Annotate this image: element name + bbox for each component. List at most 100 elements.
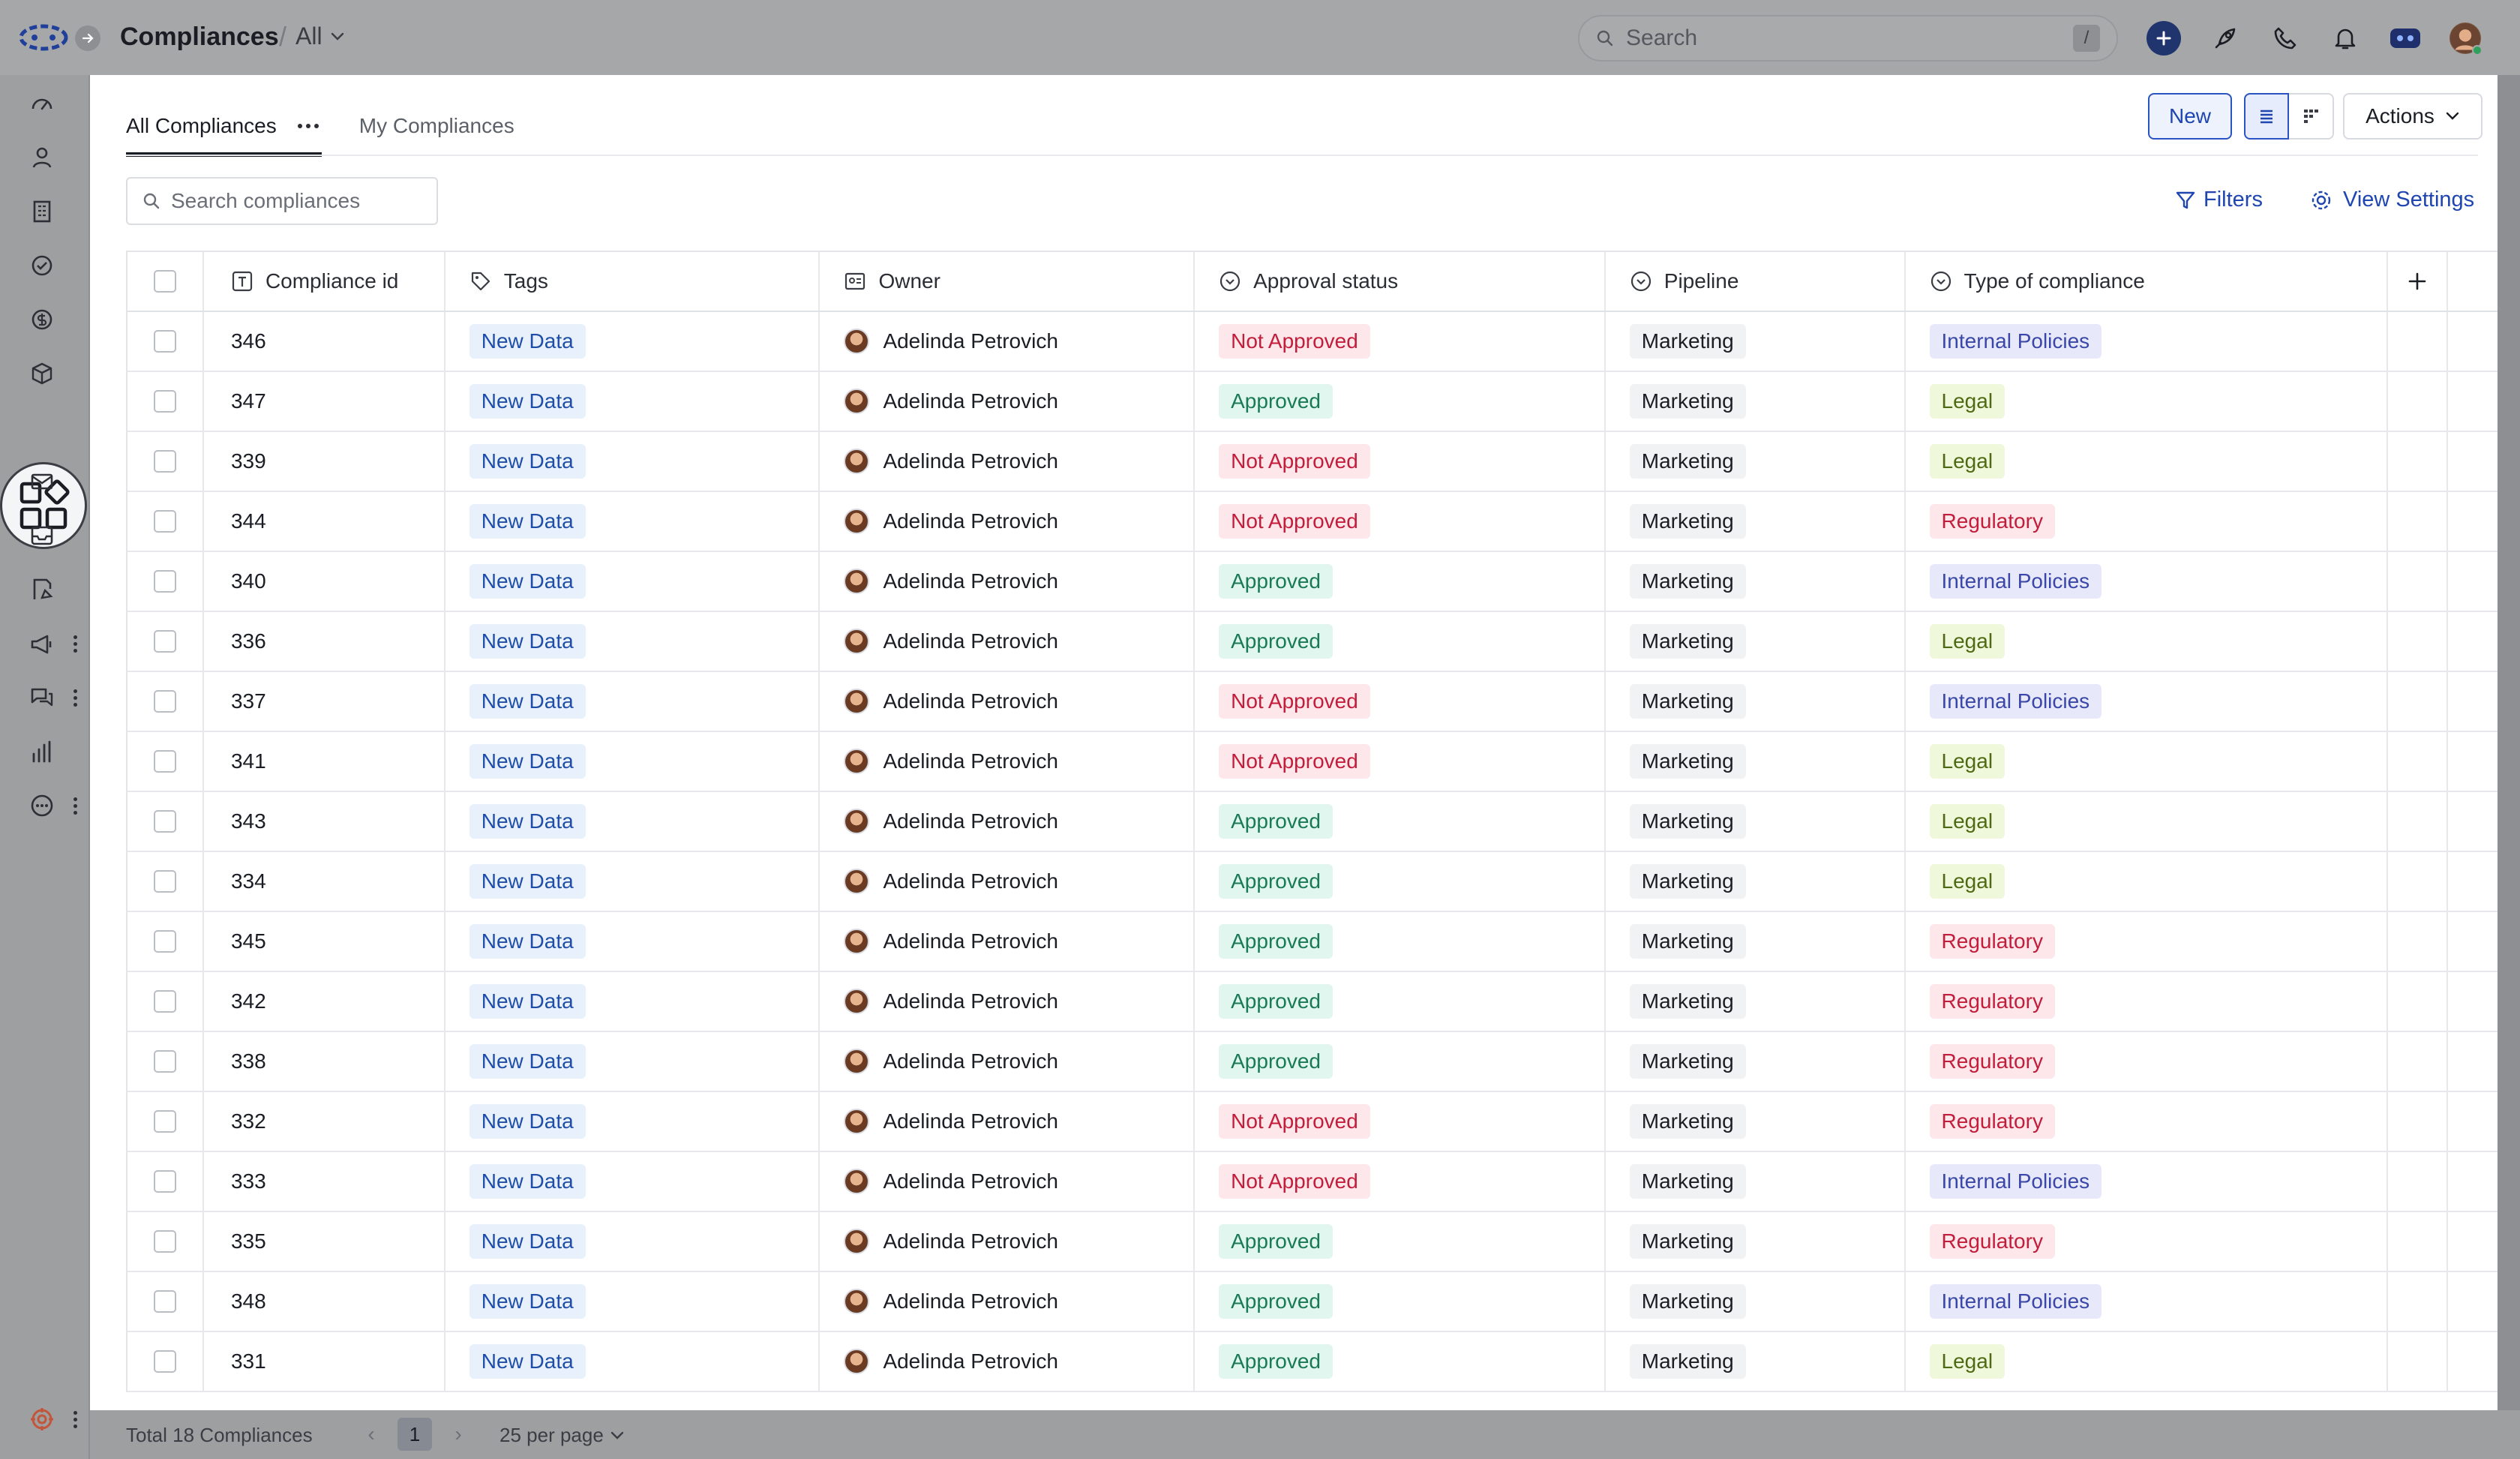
owner-cell[interactable]: Adelinda Petrovich: [820, 972, 1196, 1031]
row-checkbox[interactable]: [153, 570, 176, 593]
owner-cell[interactable]: Adelinda Petrovich: [820, 432, 1196, 491]
compliance-id-cell[interactable]: 338: [204, 1032, 446, 1091]
compliance-id[interactable]: 331: [231, 1349, 266, 1373]
table-row[interactable]: 336 New Data Adelinda Petrovich Approved Mar…: [128, 612, 2498, 672]
tags-cell[interactable]: New Data: [446, 792, 820, 851]
tags-cell[interactable]: New Data: [446, 972, 820, 1031]
compliance-id-cell[interactable]: 336: [204, 612, 446, 671]
compliance-id-cell[interactable]: 339: [204, 432, 446, 491]
compliance-id-cell[interactable]: 334: [204, 852, 446, 911]
compliance-id-cell[interactable]: 347: [204, 372, 446, 431]
owner-cell[interactable]: Adelinda Petrovich: [820, 672, 1196, 731]
compliance-id-cell[interactable]: 345: [204, 912, 446, 971]
row-checkbox[interactable]: [153, 1350, 176, 1373]
pipeline-cell[interactable]: Marketing: [1606, 1332, 1906, 1391]
list-view-button[interactable]: [2244, 93, 2289, 140]
owner-cell[interactable]: Adelinda Petrovich: [820, 1092, 1196, 1151]
compliance-id[interactable]: 333: [231, 1169, 266, 1193]
compliance-id[interactable]: 338: [231, 1049, 266, 1073]
owner-cell[interactable]: Adelinda Petrovich: [820, 492, 1196, 551]
approval-cell[interactable]: Not Approved: [1195, 672, 1606, 731]
row-checkbox[interactable]: [153, 870, 176, 893]
compliance-id-cell[interactable]: 348: [204, 1272, 446, 1331]
type-cell[interactable]: Legal: [1906, 792, 2389, 851]
table-row[interactable]: 341 New Data Adelinda Petrovich Not Approve…: [128, 732, 2498, 792]
expand-sidebar-button[interactable]: [75, 26, 100, 51]
compliance-id[interactable]: 345: [231, 929, 266, 953]
pipeline-cell[interactable]: Marketing: [1606, 372, 1906, 431]
compliance-id[interactable]: 341: [231, 749, 266, 773]
deals-icon[interactable]: [27, 305, 57, 335]
compliance-id-cell[interactable]: 332: [204, 1092, 446, 1151]
row-checkbox[interactable]: [153, 390, 176, 413]
tags-cell[interactable]: New Data: [446, 852, 820, 911]
column-header-pipeline[interactable]: Pipeline: [1606, 252, 1906, 311]
row-checkbox[interactable]: [153, 1110, 176, 1133]
compliance-id[interactable]: 337: [231, 689, 266, 713]
compliance-id[interactable]: 343: [231, 809, 266, 833]
tab-my-compliances[interactable]: My Compliances: [359, 96, 518, 156]
tags-cell[interactable]: New Data: [446, 1332, 820, 1391]
pipeline-cell[interactable]: Marketing: [1606, 552, 1906, 611]
table-row[interactable]: 343 New Data Adelinda Petrovich Approved Mar…: [128, 792, 2498, 852]
owner-cell[interactable]: Adelinda Petrovich: [820, 1032, 1196, 1091]
table-row[interactable]: 337 New Data Adelinda Petrovich Not Approve…: [128, 672, 2498, 732]
approval-cell[interactable]: Not Approved: [1195, 432, 1606, 491]
pipeline-cell[interactable]: Marketing: [1606, 1212, 1906, 1271]
compliance-id[interactable]: 332: [231, 1109, 266, 1133]
prev-page-icon[interactable]: ‹: [360, 1422, 382, 1446]
approval-cell[interactable]: Approved: [1195, 792, 1606, 851]
new-button[interactable]: New: [2148, 93, 2232, 140]
compliance-id[interactable]: 346: [231, 329, 266, 353]
type-cell[interactable]: Legal: [1906, 852, 2389, 911]
approval-cell[interactable]: Approved: [1195, 1212, 1606, 1271]
app-logo-icon[interactable]: [18, 23, 69, 53]
pipeline-cell[interactable]: Marketing: [1606, 1092, 1906, 1151]
type-cell[interactable]: Regulatory: [1906, 492, 2389, 551]
row-checkbox[interactable]: [153, 990, 176, 1013]
type-cell[interactable]: Regulatory: [1906, 972, 2389, 1031]
owner-cell[interactable]: Adelinda Petrovich: [820, 792, 1196, 851]
approval-cell[interactable]: Not Approved: [1195, 312, 1606, 371]
documents-icon[interactable]: [27, 575, 57, 605]
more-menu-icon[interactable]: [69, 792, 81, 819]
view-settings-button[interactable]: View Settings: [2310, 188, 2474, 212]
row-checkbox[interactable]: [153, 750, 176, 773]
search-compliances-input[interactable]: [171, 189, 411, 213]
phone-icon[interactable]: [2268, 21, 2302, 56]
owner-cell[interactable]: Adelinda Petrovich: [820, 1212, 1196, 1271]
row-checkbox[interactable]: [153, 1050, 176, 1073]
owner-cell[interactable]: Adelinda Petrovich: [820, 612, 1196, 671]
owner-cell[interactable]: Adelinda Petrovich: [820, 1272, 1196, 1331]
compliance-id[interactable]: 340: [231, 569, 266, 593]
type-cell[interactable]: Internal Policies: [1906, 1272, 2389, 1331]
table-row[interactable]: 339 New Data Adelinda Petrovich Not Approve…: [128, 432, 2498, 492]
table-row[interactable]: 342 New Data Adelinda Petrovich Approved Mar…: [128, 972, 2498, 1032]
column-header-id[interactable]: Compliance id: [204, 252, 446, 311]
plus-icon[interactable]: [2146, 21, 2181, 56]
view-selector[interactable]: All: [296, 23, 345, 50]
table-row[interactable]: 338 New Data Adelinda Petrovich Approved Mar…: [128, 1032, 2498, 1092]
tags-cell[interactable]: New Data: [446, 552, 820, 611]
table-row[interactable]: 334 New Data Adelinda Petrovich Approved Mar…: [128, 852, 2498, 912]
row-checkbox[interactable]: [153, 630, 176, 653]
inbox-icon[interactable]: [27, 521, 57, 551]
add-column-button[interactable]: [2388, 252, 2449, 311]
type-cell[interactable]: Legal: [1906, 612, 2389, 671]
compliance-id[interactable]: 339: [231, 449, 266, 473]
approval-cell[interactable]: Approved: [1195, 612, 1606, 671]
row-checkbox[interactable]: [153, 330, 176, 353]
table-row[interactable]: 335 New Data Adelinda Petrovich Approved Mar…: [128, 1212, 2498, 1272]
compliance-id-cell[interactable]: 343: [204, 792, 446, 851]
companies-icon[interactable]: [27, 197, 57, 227]
tags-cell[interactable]: New Data: [446, 1152, 820, 1211]
tags-cell[interactable]: New Data: [446, 732, 820, 791]
compliance-id-cell[interactable]: 346: [204, 312, 446, 371]
type-cell[interactable]: Internal Policies: [1906, 552, 2389, 611]
chat-more-icon[interactable]: [69, 684, 81, 711]
select-all-checkbox[interactable]: [153, 270, 176, 293]
tags-cell[interactable]: New Data: [446, 432, 820, 491]
type-cell[interactable]: Internal Policies: [1906, 312, 2389, 371]
compliance-id-cell[interactable]: 342: [204, 972, 446, 1031]
approval-cell[interactable]: Approved: [1195, 852, 1606, 911]
